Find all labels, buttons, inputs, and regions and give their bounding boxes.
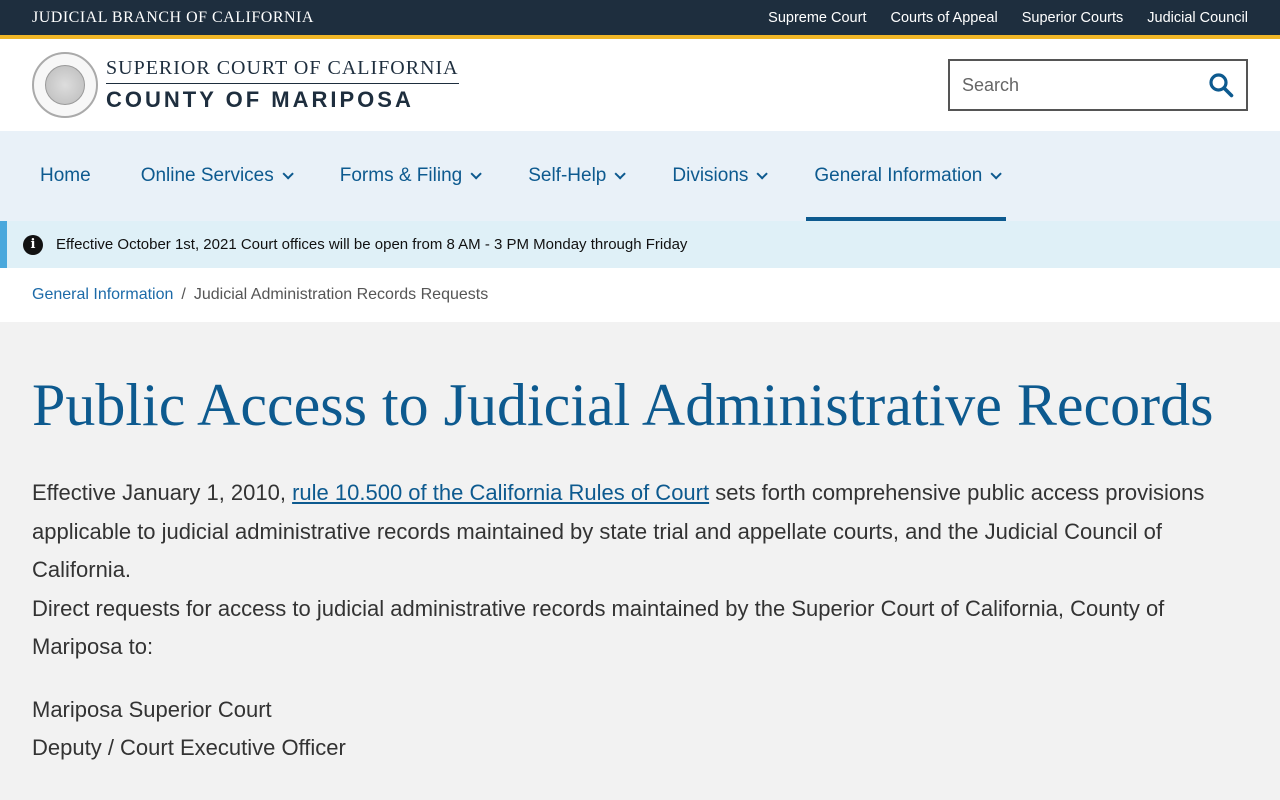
nav-divisions-label: Divisions [672, 165, 749, 186]
nav-self-help-label: Self-Help [528, 165, 607, 186]
breadcrumb: General Information / Judicial Administr… [0, 268, 1280, 322]
link-superior-courts[interactable]: Superior Courts [1022, 10, 1124, 26]
nav-general-information-label: General Information [814, 165, 983, 186]
link-courts-of-appeal[interactable]: Courts of Appeal [890, 10, 997, 26]
rule-10500-link[interactable]: rule 10.500 of the California Rules of C… [292, 480, 709, 505]
search-input[interactable] [962, 74, 1182, 96]
request-instructions: Direct requests for access to judicial a… [32, 595, 1165, 660]
breadcrumb-parent-link[interactable]: General Information [32, 286, 173, 304]
intro-text-before: Effective January 1, 2010, [32, 480, 293, 505]
seal-emblem [45, 65, 85, 105]
judicial-branch-brand[interactable]: JUDICIAL BRANCH OF CALIFORNIA [32, 9, 314, 27]
court-seal-icon [32, 52, 98, 118]
top-utility-bar: JUDICIAL BRANCH OF CALIFORNIA Supreme Co… [0, 0, 1280, 35]
nav-home-label: Home [40, 165, 91, 186]
chevron-down-icon [990, 168, 1003, 180]
nav-self-help[interactable]: Self-Help [520, 131, 630, 221]
main-navigation: Home Online Services Forms & Filing Self… [0, 131, 1280, 221]
nav-online-services-label: Online Services [140, 165, 274, 186]
utility-links: Supreme Court Courts of Appeal Superior … [768, 10, 1248, 26]
breadcrumb-current: Judicial Administration Records Requests [193, 286, 489, 303]
nav-forms-filing-label: Forms & Filing [339, 165, 463, 186]
info-icon: i [23, 234, 43, 255]
hours-alert-banner: i Effective October 1st, 2021 Court offi… [0, 221, 1280, 268]
chevron-down-icon [614, 168, 627, 180]
logo-court-name: SUPERIOR COURT OF CALIFORNIA [106, 57, 459, 84]
chevron-down-icon [470, 168, 482, 180]
link-supreme-court[interactable]: Supreme Court [768, 10, 866, 26]
intro-paragraph: Effective January 1, 2010, rule 10.500 o… [32, 474, 1248, 590]
breadcrumb-separator: / [181, 286, 186, 303]
search-box [948, 59, 1248, 111]
address-line-1: Mariposa Superior Court [32, 696, 272, 722]
logo-text: SUPERIOR COURT OF CALIFORNIA COUNTY OF M… [106, 57, 459, 113]
main-content: Public Access to Judicial Administrative… [0, 322, 1280, 768]
nav-general-information[interactable]: General Information [806, 131, 1007, 221]
logo-county-name: COUNTY OF MARIPOSA [106, 87, 414, 112]
link-judicial-council[interactable]: Judicial Council [1147, 10, 1248, 26]
chevron-down-icon [756, 168, 769, 180]
court-logo[interactable]: SUPERIOR COURT OF CALIFORNIA COUNTY OF M… [32, 52, 459, 118]
search-icon[interactable] [1208, 72, 1234, 98]
alert-message: Effective October 1st, 2021 Court office… [56, 236, 688, 253]
mailing-address: Mariposa Superior Court Deputy / Court E… [32, 691, 1248, 768]
nav-divisions[interactable]: Divisions [664, 131, 772, 221]
nav-home[interactable]: Home [32, 131, 99, 221]
site-header: SUPERIOR COURT OF CALIFORNIA COUNTY OF M… [0, 39, 1280, 131]
address-line-2: Deputy / Court Executive Officer [32, 735, 346, 760]
nav-online-services[interactable]: Online Services [133, 131, 298, 221]
nav-forms-filing[interactable]: Forms & Filing [332, 131, 486, 221]
chevron-down-icon [282, 168, 294, 180]
page-title: Public Access to Judicial Administrative… [32, 372, 1214, 438]
